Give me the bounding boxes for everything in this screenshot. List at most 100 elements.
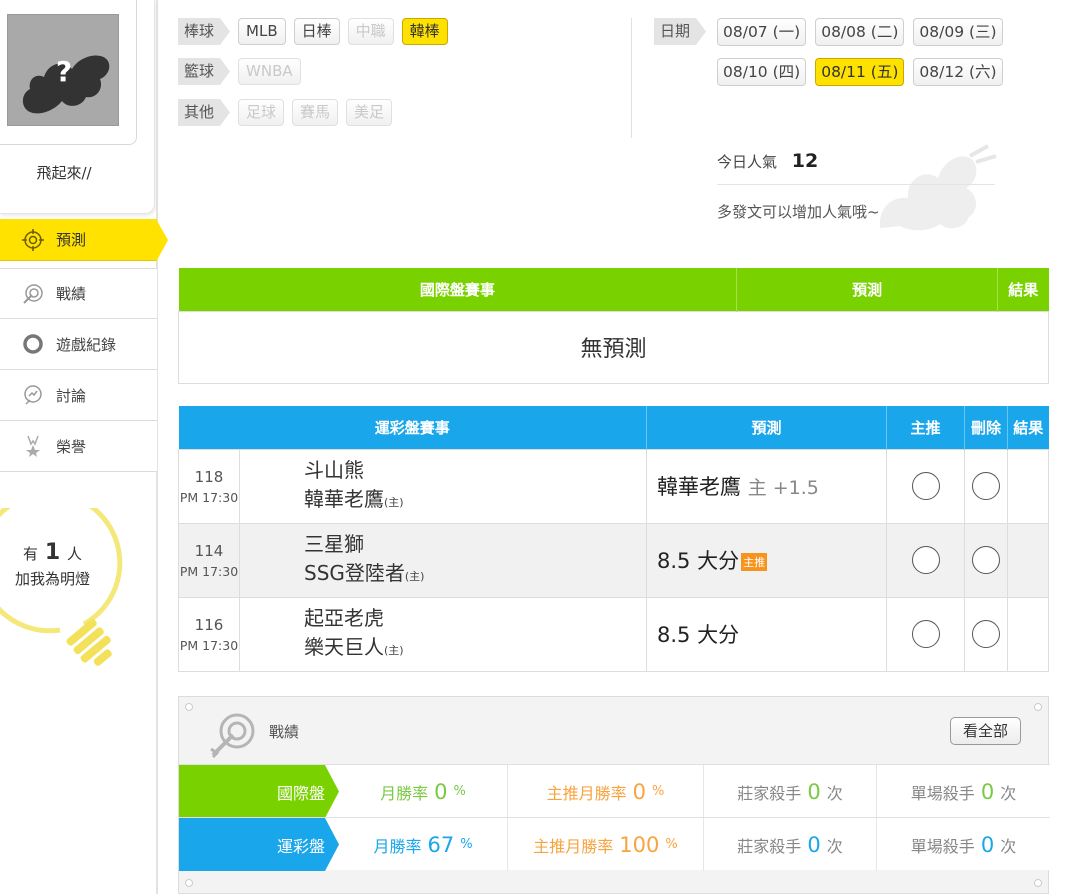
sidebar-item-label: 討論 xyxy=(56,386,87,405)
sidebar-item-record[interactable]: 戰績 xyxy=(0,268,157,319)
stat-value: 67 xyxy=(427,832,455,857)
record-target-icon xyxy=(22,283,44,305)
record-panel: 戰績 看全部 國際盤 月勝率 0% 主推月勝率 0% 莊家殺手 0 次 單場殺手 0 次 運… xyxy=(178,696,1050,894)
filter-label-other: 其他 xyxy=(178,99,230,126)
prediction-cell: 韓華老鷹 主 +1.5 xyxy=(646,448,887,524)
record-row-label: 國際盤 xyxy=(179,765,339,818)
column-header-prediction: 預測 xyxy=(646,406,887,449)
sidebar-item-predict[interactable]: 預測 xyxy=(0,219,168,262)
today-popularity: 今日人氣 12 xyxy=(717,150,818,172)
popularity-hint: 多發文可以增加人氣哦~ xyxy=(717,203,880,221)
home-team-line: 樂天巨人(主) xyxy=(304,633,646,665)
fans-prefix: 有 xyxy=(23,545,39,563)
sidebar-item-predict-body[interactable]: 預測 xyxy=(0,219,157,261)
stat-value: 0 xyxy=(980,832,995,857)
unknown-user-icon: ? xyxy=(22,55,110,114)
filter-chip-mlb[interactable]: MLB xyxy=(238,18,286,45)
stat-unit: 次 xyxy=(826,783,843,803)
main-pick-monthly-win-rate: 主推月勝率 100% xyxy=(507,818,703,871)
home-team[interactable]: 樂天巨人 xyxy=(304,635,384,659)
stat-value: 0 xyxy=(980,779,995,804)
date-chip-0810[interactable]: 08/10 (四) xyxy=(717,58,807,86)
stat-unit: 次 xyxy=(826,836,843,856)
ring-icon xyxy=(22,333,44,355)
column-header-prediction: 預測 xyxy=(736,268,999,311)
stat-label: 主推月勝率 xyxy=(533,836,614,856)
date-chip-0808[interactable]: 08/08 (二) xyxy=(815,18,905,46)
game-number-cell: 116 PM 17:30 xyxy=(178,596,240,672)
stat-label: 月勝率 xyxy=(373,836,422,856)
result-cell xyxy=(1007,596,1049,672)
username: 飛起來// xyxy=(36,164,92,182)
record-target-icon xyxy=(210,713,255,759)
home-marker: (主) xyxy=(384,643,404,657)
delete-radio[interactable] xyxy=(972,546,1000,574)
table-header-row: 運彩盤賽事 預測 主推 刪除 結果 xyxy=(178,406,1049,449)
stat-unit: % xyxy=(460,837,473,852)
view-all-button[interactable]: 看全部 xyxy=(949,717,1021,745)
delete-radio[interactable] xyxy=(972,472,1000,500)
away-team[interactable]: 斗山熊 xyxy=(304,456,646,485)
stat-label: 莊家殺手 xyxy=(737,783,802,803)
away-team[interactable]: 起亞老虎 xyxy=(304,604,646,633)
popularity-divider xyxy=(717,184,995,185)
fans-count: 有 1 人 xyxy=(0,540,105,565)
game-number: 116 xyxy=(194,615,224,634)
banker-killer: 莊家殺手 0 次 xyxy=(703,818,876,871)
corner-dot xyxy=(1034,703,1042,711)
stat-label: 主推月勝率 xyxy=(546,783,627,803)
svg-text:?: ? xyxy=(56,55,72,88)
away-team[interactable]: 三星獅 xyxy=(304,530,646,559)
date-chip-0812[interactable]: 08/12 (六) xyxy=(913,58,1003,86)
corner-dot xyxy=(185,703,193,711)
filter-chip-wnba: WNBA xyxy=(238,58,301,85)
game-time: PM 17:30 xyxy=(179,637,239,653)
record-title: 戰績 xyxy=(269,723,300,741)
date-chip-0811[interactable]: 08/11 (五) xyxy=(815,58,905,86)
home-team[interactable]: 韓華老鷹 xyxy=(304,487,384,511)
no-predictions-text: 無預測 xyxy=(178,310,1049,384)
main-pick-cell xyxy=(886,522,965,598)
filter-divider xyxy=(631,18,632,138)
popularity-label: 今日人氣 xyxy=(717,153,778,171)
filter-chip-kbo[interactable]: 韓棒 xyxy=(401,18,448,45)
stat-unit: % xyxy=(652,784,665,799)
teams-cell: 三星獅 SSG登陸者(主) xyxy=(239,522,647,598)
date-chip-0807[interactable]: 08/07 (一) xyxy=(717,18,807,46)
prediction-pick: 8.5 大分 xyxy=(657,549,740,573)
follow-me-link[interactable]: 加我為明燈 xyxy=(0,568,105,589)
sidebar-item-game-log[interactable]: 遊戲紀錄 xyxy=(0,319,157,370)
home-marker: (主) xyxy=(384,495,404,509)
stat-value: 0 xyxy=(632,779,647,804)
main-pick-cell xyxy=(886,448,965,524)
monthly-win-rate: 月勝率 0% xyxy=(339,765,507,818)
main-pick-radio[interactable] xyxy=(911,546,940,574)
column-header-result: 結果 xyxy=(997,268,1049,311)
home-marker: (主) xyxy=(404,569,425,583)
sidebar-item-discussion[interactable]: 討論 xyxy=(0,370,157,421)
main-pick-radio[interactable] xyxy=(911,472,940,500)
date-row-1: 08/07 (一) 08/08 (二) 08/09 (三) xyxy=(717,18,1003,46)
stat-value: 0 xyxy=(807,832,821,857)
prediction-cell: 8.5 大分 xyxy=(646,596,887,672)
single-game-killer: 單場殺手 0 次 xyxy=(876,765,1050,818)
delete-cell xyxy=(964,448,1008,524)
profile-card: ? 飛起來// xyxy=(0,0,155,214)
target-icon xyxy=(22,228,44,251)
prediction-pick: 韓華老鷹 xyxy=(657,475,741,499)
avatar[interactable]: ? xyxy=(7,14,119,126)
game-number: 118 xyxy=(194,467,224,486)
game-time: PM 17:30 xyxy=(179,563,239,579)
game-time: PM 17:30 xyxy=(179,489,239,505)
home-team[interactable]: SSG登陸者 xyxy=(304,561,405,585)
filter-other: 其他 足球 賽馬 美足 xyxy=(178,99,393,126)
sidebar-item-honor[interactable]: 榮譽 xyxy=(0,421,157,472)
delete-radio[interactable] xyxy=(972,620,1000,648)
filter-chip-soccer: 足球 xyxy=(238,99,285,126)
corner-dot xyxy=(185,879,193,887)
date-chip-0809[interactable]: 08/09 (三) xyxy=(913,18,1003,46)
filter-chip-npb[interactable]: 日棒 xyxy=(293,18,340,45)
main-pick-radio[interactable] xyxy=(911,620,940,648)
popularity-value: 12 xyxy=(791,150,819,172)
monthly-win-rate: 月勝率 67% xyxy=(339,818,507,871)
